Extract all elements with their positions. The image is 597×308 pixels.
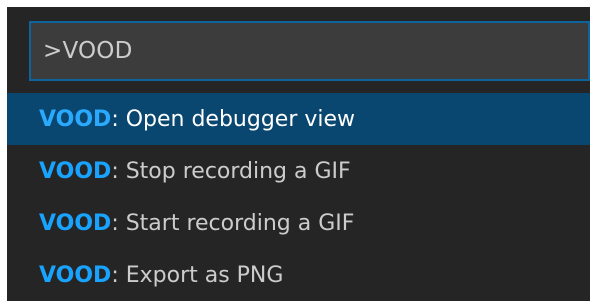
- command-label: : Stop recording a GIF: [111, 158, 351, 184]
- command-item-stop-recording-gif[interactable]: VOOD: Stop recording a GIF: [7, 145, 590, 197]
- command-item-open-debugger-view[interactable]: VOOD: Open debugger view: [7, 93, 590, 145]
- command-palette: >VOOD VOOD: Open debugger view VOOD: Sto…: [7, 7, 590, 301]
- match-highlight: VOOD: [39, 262, 112, 288]
- match-highlight: VOOD: [39, 210, 112, 236]
- command-item-export-as-png[interactable]: VOOD: Export as PNG: [7, 249, 590, 301]
- command-results-list: VOOD: Open debugger view VOOD: Stop reco…: [7, 93, 590, 301]
- command-input-value[interactable]: >VOOD: [31, 38, 133, 64]
- match-highlight: VOOD: [39, 106, 112, 132]
- match-highlight: VOOD: [39, 158, 112, 184]
- command-label: : Open debugger view: [111, 106, 356, 132]
- command-input[interactable]: >VOOD: [29, 21, 590, 81]
- command-label: : Start recording a GIF: [111, 210, 355, 236]
- command-label: : Export as PNG: [111, 262, 284, 288]
- command-item-start-recording-gif[interactable]: VOOD: Start recording a GIF: [7, 197, 590, 249]
